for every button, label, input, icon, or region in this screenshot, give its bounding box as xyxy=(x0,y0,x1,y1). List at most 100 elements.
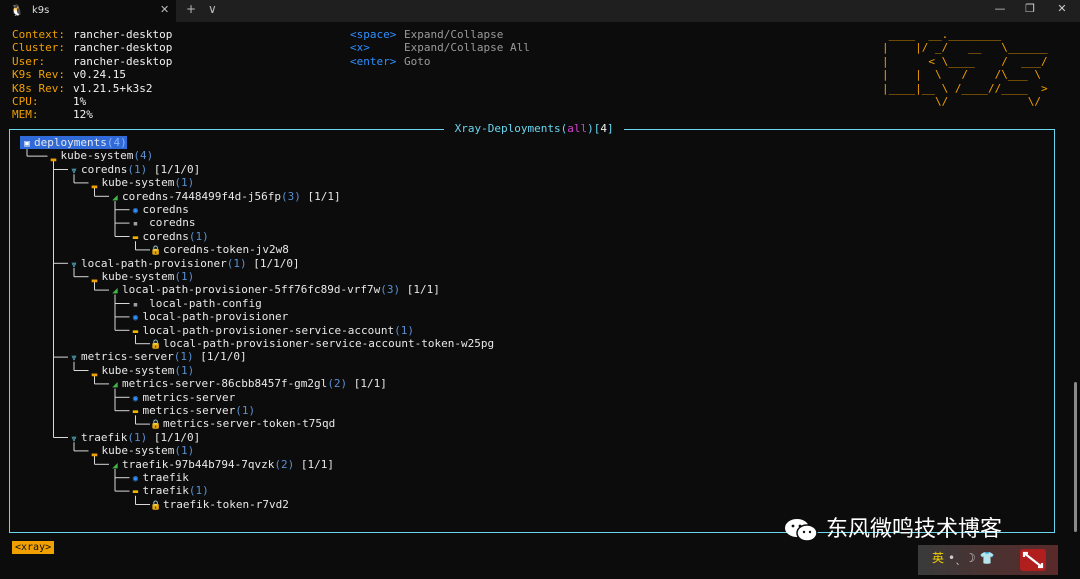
tree-node-count: (1) xyxy=(394,323,415,337)
tree-node[interactable]: ⩔ traefik(1) [1/1/0] xyxy=(67,431,200,444)
info-row: User: rancher-desktop xyxy=(12,55,172,68)
key-hint-key: <space> xyxy=(350,28,397,41)
key-hint-action: Goto xyxy=(404,54,431,68)
minimize-button[interactable]: — xyxy=(990,2,1010,15)
serviceaccount-icon: ▬ xyxy=(132,407,139,417)
tree-node-label: kube-system xyxy=(101,444,175,458)
tree-node[interactable]: ▣ deployments(4) xyxy=(20,136,127,150)
panel-title-suffix: ] xyxy=(606,122,621,135)
info-row: K9s Rev: v0.24.15 xyxy=(12,68,172,81)
close-window-button[interactable]: ✕ xyxy=(1052,2,1072,15)
tree-node[interactable]: ▂ kube-system(1) xyxy=(88,270,195,283)
info-value: v1.21.5+k3s2 xyxy=(73,81,153,95)
tree-node-label: traefik xyxy=(81,430,128,444)
tree-node-label: coredns-token-jv2w8 xyxy=(163,243,289,257)
tree-node-count: (1) xyxy=(174,270,195,283)
dota-icon[interactable] xyxy=(1018,548,1048,572)
tree-node-count: (3) xyxy=(380,283,401,297)
tree-node[interactable]: 🔒coredns-token-jv2w8 xyxy=(149,243,289,257)
tree-node[interactable]: ▂ kube-system(4) xyxy=(47,149,154,163)
tree-node[interactable]: ◉ metrics-server xyxy=(129,390,236,404)
tree-node-count: (1) xyxy=(235,404,256,417)
tree-node[interactable]: ◉ coredns xyxy=(129,203,189,216)
tree-node[interactable]: ◢ metrics-server-86cbb8457f-gm2gl(2) [1/1… xyxy=(108,377,387,390)
panel-title-mid: )[ xyxy=(587,122,601,135)
tab-dropdown-button[interactable]: ∨ xyxy=(208,2,217,16)
logo-line: | | \ / /\___ \ xyxy=(882,68,1048,82)
tree-node-count: (1) xyxy=(226,256,247,270)
pod-icon: ◢ xyxy=(112,192,118,203)
info-value: rancher-desktop xyxy=(73,28,173,41)
tree-node[interactable]: 🔒local-path-provisioner-service-account-… xyxy=(149,337,494,350)
tree-node[interactable]: ▬ coredns(1) xyxy=(129,230,209,243)
tree-node-label: coredns xyxy=(142,203,189,216)
info-key: User: xyxy=(12,54,46,68)
scrollbar[interactable] xyxy=(1074,382,1077,532)
tree-node-count: (1) xyxy=(127,162,148,176)
tree-node-count: (3) xyxy=(280,189,301,203)
tree-node[interactable]: 🔒traefik-token-r7vd2 xyxy=(149,497,289,511)
info-row: CPU: 1% xyxy=(12,95,172,108)
tree-node[interactable]: 🔒metrics-server-token-t75qd xyxy=(149,417,335,430)
tree-node[interactable]: ◉ traefik xyxy=(129,471,189,484)
new-tab-button[interactable]: + xyxy=(186,2,196,16)
tree-node-label: traefik-token-r7vd2 xyxy=(163,497,289,511)
system-tray: 英 •ˎ ☽ 👕 xyxy=(918,545,1058,575)
info-key: Cluster: xyxy=(12,41,65,55)
info-key: K9s Rev: xyxy=(12,68,65,82)
info-key: MEM: xyxy=(12,108,39,122)
serviceaccount-icon: ▬ xyxy=(132,487,139,498)
namespace-icon: ▂ xyxy=(91,447,98,458)
tree-node[interactable]: ▪ local-path-config xyxy=(129,297,262,310)
breadcrumb-xray[interactable]: <xray> xyxy=(12,541,55,554)
tab-close-button[interactable]: ✕ xyxy=(160,3,169,16)
tree-node-label: local-path-provisioner-5ff76fc89d-vrf7w xyxy=(122,283,381,297)
tree-node-label: metrics-server xyxy=(142,390,236,404)
tray-icons[interactable]: •ˎ ☽ 👕 xyxy=(948,551,994,565)
tree-node[interactable]: ▬ metrics-server(1) xyxy=(129,404,256,417)
pod-icon: ◢ xyxy=(112,380,118,391)
info-row: Cluster: rancher-desktop xyxy=(12,41,172,54)
tree-node[interactable]: ⩔ coredns(1) [1/1/0] xyxy=(67,163,200,176)
tree-node-label: local-path-provisioner-service-account xyxy=(142,323,395,337)
panel-count: 4 xyxy=(600,122,607,135)
tree-node-status: [1/1] xyxy=(400,283,440,297)
tree-node[interactable]: ▂ kube-system(1) xyxy=(88,444,194,458)
tree-node[interactable]: ▬ traefik(1) xyxy=(129,484,209,497)
tree-node-label: traefik xyxy=(142,484,189,498)
tree-node[interactable]: ▬ local-path-provisioner-service-account(… xyxy=(129,323,415,337)
tree-node-label: kube-system xyxy=(101,363,175,377)
title-bar: 🐧 k9s ✕ + ∨ — ❐ ✕ xyxy=(0,0,1080,22)
tree-node-label: local-path-config xyxy=(142,296,262,310)
ime-indicator[interactable]: 英 xyxy=(932,551,944,565)
tree-node-label: deployments xyxy=(34,136,107,149)
info-row: MEM: 12% xyxy=(12,108,172,121)
tree-node-label: coredns xyxy=(81,162,128,176)
key-hints: <space> Expand/Collapse <x> Expand/Collapse… xyxy=(350,28,530,68)
wechat-icon xyxy=(785,519,818,542)
tree-node-status: [1/1] xyxy=(300,189,341,203)
tree-node[interactable]: ⩔ metrics-server(1) [1/1/0] xyxy=(67,350,247,364)
tree-node[interactable]: ▪ coredns xyxy=(129,216,196,229)
tree-node-label: metrics-server xyxy=(142,404,236,417)
tree-node[interactable]: ◢ coredns-7448499f4d-j56fp(3) [1/1] xyxy=(108,189,341,203)
tree-node-count: (4) xyxy=(133,149,154,163)
tree-node-label: metrics-server-86cbb8457f-gm2gl xyxy=(122,377,328,391)
info-value: v0.24.15 xyxy=(73,68,126,82)
tree-node[interactable]: ▂ kube-system(1) xyxy=(88,363,194,377)
deployment-icon: ⩔ xyxy=(71,353,77,364)
tab-k9s[interactable]: 🐧 k9s ✕ xyxy=(0,0,176,22)
tree-node[interactable]: ⩔ local-path-provisioner(1) [1/1/0] xyxy=(67,256,299,270)
tree-node-status: [1/1/0] xyxy=(193,350,247,364)
tree-node-label: local-path-provisioner xyxy=(142,310,289,324)
key-hint-row: <enter> Goto xyxy=(350,55,530,68)
tree-node[interactable]: ◢ traefik-97b44b794-7qvzk(2) [1/1] xyxy=(108,458,334,471)
maximize-button[interactable]: ❐ xyxy=(1020,2,1040,15)
tree-node-count: (4) xyxy=(106,136,127,149)
watermark: 东风微鸣技术博客 xyxy=(784,517,1002,543)
tree-node[interactable]: ▂ kube-system(1) xyxy=(88,176,194,189)
tree-node[interactable]: ◢ local-path-provisioner-5ff76fc89d-vrf7w… xyxy=(108,283,440,296)
info-key: Context: xyxy=(12,28,65,41)
key-hint-row: <x> Expand/Collapse All xyxy=(350,41,530,54)
tree-node[interactable]: ◉ local-path-provisioner xyxy=(129,310,289,324)
